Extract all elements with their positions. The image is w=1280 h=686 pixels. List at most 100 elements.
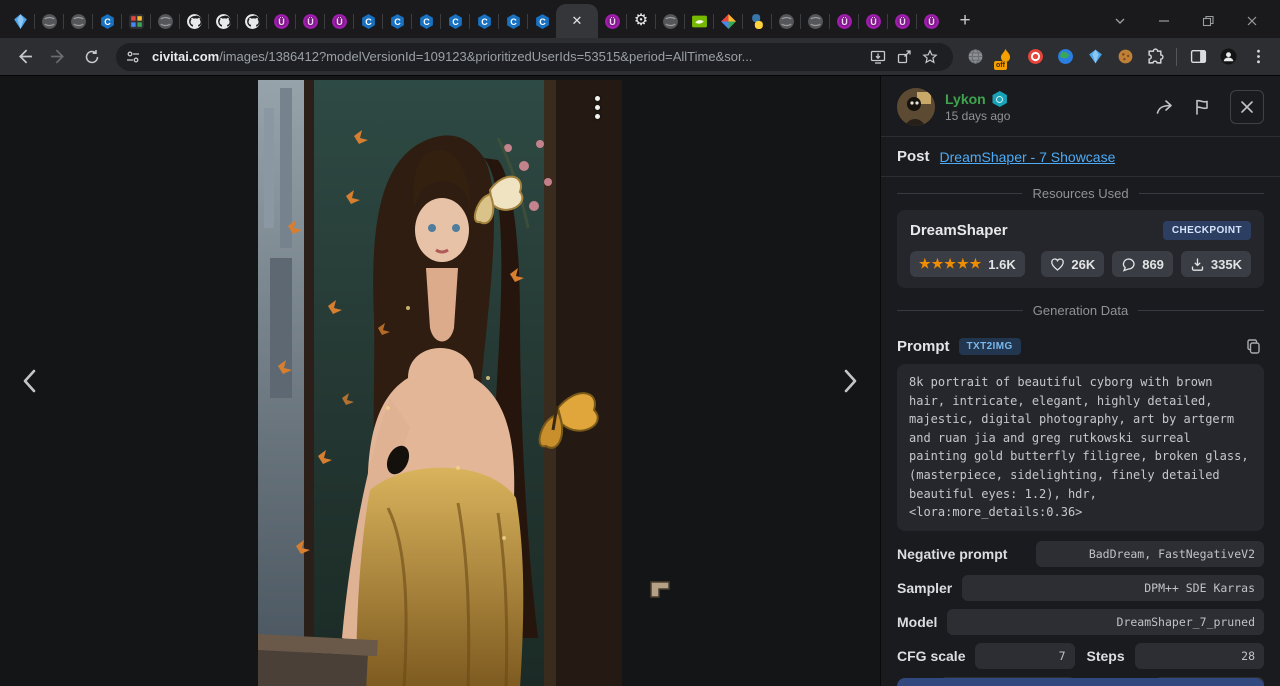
tab-strip: CÜÜÜCCCCCCC✕Ü⚙ÜÜÜÜ + [0, 0, 1280, 38]
pinned-tab-globe-icon[interactable] [64, 7, 92, 35]
pinned-tabs[interactable]: CÜÜÜCCCCCCC✕Ü⚙ÜÜÜÜ [6, 4, 945, 38]
extension-globe-icon[interactable] [1051, 43, 1079, 71]
pinned-tab-civitai-icon[interactable]: C [93, 7, 121, 35]
negative-prompt-label: Negative prompt [897, 546, 1007, 562]
pinned-tab-purpleU-icon[interactable]: Ü [296, 7, 324, 35]
pinned-tab-purpleU-icon[interactable]: Ü [830, 7, 858, 35]
pinned-tab-store-icon[interactable] [122, 7, 150, 35]
pinned-tab-civitai-icon[interactable]: C [354, 7, 382, 35]
new-tab-button[interactable]: + [951, 7, 979, 35]
cfg-steps-row: CFG scale 7 Steps 28 [897, 643, 1264, 669]
url-domain: civitai.com [152, 49, 219, 64]
pinned-tab-github-icon[interactable] [180, 7, 208, 35]
active-tab[interactable]: ✕ [556, 4, 598, 38]
flag-icon[interactable] [1190, 95, 1214, 119]
pinned-tab-globe-icon[interactable] [151, 7, 179, 35]
profile-avatar-icon[interactable] [1214, 43, 1242, 71]
bookmark-star-icon[interactable] [917, 45, 943, 69]
restore-button[interactable] [1186, 6, 1230, 36]
pinned-tab-gem-icon[interactable] [6, 7, 34, 35]
user-info: Lykon 15 days ago [945, 91, 1010, 123]
pinned-tab-civitai-icon[interactable]: C [412, 7, 440, 35]
resource-name[interactable]: DreamShaper [910, 222, 1008, 239]
extension-red-o-icon[interactable] [1021, 43, 1049, 71]
generation-params: Negative prompt BadDream, FastNegativeV2… [897, 541, 1264, 686]
pinned-tab-purpleU-icon[interactable]: Ü [267, 7, 295, 35]
extension-sphere-icon[interactable] [961, 43, 989, 71]
user-avatar[interactable] [897, 88, 935, 126]
copy-generation-data-button[interactable] [897, 678, 1264, 686]
model-value[interactable]: DreamShaper_7_pruned [947, 609, 1264, 635]
side-panel-icon[interactable] [1184, 43, 1212, 71]
comments-count: 869 [1142, 257, 1164, 272]
cfg-scale-value[interactable]: 7 [975, 643, 1074, 669]
pinned-tab-python-icon[interactable] [743, 7, 771, 35]
tab-search-chevron-icon[interactable] [1098, 6, 1142, 36]
pinned-tab-globe-icon[interactable] [35, 7, 63, 35]
pinned-tab-github-icon[interactable] [209, 7, 237, 35]
browser-menu-kebab-icon[interactable] [1244, 43, 1272, 71]
reload-button[interactable] [76, 42, 108, 72]
downloads-pill[interactable]: 335K [1181, 251, 1251, 277]
address-bar[interactable]: civitai.com/images/1386412?modelVersionI… [116, 43, 953, 71]
previous-image-button[interactable] [8, 351, 52, 411]
negative-prompt-value[interactable]: BadDream, FastNegativeV2 [1036, 541, 1264, 567]
forward-button[interactable] [42, 42, 74, 72]
svg-text:C: C [510, 16, 517, 26]
resource-card[interactable]: DreamShaper CHECKPOINT ★★★★★ 1.6K 26K [897, 210, 1264, 288]
share-page-icon[interactable] [891, 45, 917, 69]
svg-text:Ü: Ü [841, 17, 848, 27]
steps-label: Steps [1087, 648, 1125, 664]
pinned-tab-globe-icon[interactable] [801, 7, 829, 35]
pinned-tab-civitai-icon[interactable]: C [528, 7, 556, 35]
pinned-tab-globe-icon[interactable] [656, 7, 684, 35]
install-app-icon[interactable] [865, 45, 891, 69]
svg-text:C: C [481, 16, 488, 26]
pinned-tab-globe-icon[interactable] [772, 7, 800, 35]
pinned-tab-settings-icon[interactable]: ⚙ [627, 7, 655, 35]
extension-cookie-icon[interactable] [1111, 43, 1139, 71]
close-panel-button[interactable] [1230, 90, 1264, 124]
next-image-button[interactable] [828, 351, 872, 411]
url-text[interactable]: civitai.com/images/1386412?modelVersionI… [152, 49, 865, 64]
post-link[interactable]: DreamShaper - 7 Showcase [940, 149, 1116, 165]
minimize-button[interactable] [1142, 6, 1186, 36]
artwork-illustration [258, 80, 622, 686]
copy-prompt-icon[interactable] [1242, 335, 1264, 357]
rating-pill[interactable]: ★★★★★ 1.6K [910, 251, 1025, 277]
cfg-scale-label: CFG scale [897, 648, 965, 664]
svg-text:Ü: Ü [278, 17, 285, 27]
resource-type-badge: CHECKPOINT [1163, 221, 1251, 240]
extensions-puzzle-icon[interactable] [1141, 43, 1169, 71]
pinned-tab-purpleU-icon[interactable]: Ü [859, 7, 887, 35]
pinned-tab-civitai-icon[interactable]: C [383, 7, 411, 35]
pinned-tab-purpleU-icon[interactable]: Ü [917, 7, 945, 35]
pinned-tab-github-icon[interactable] [238, 7, 266, 35]
post-row: Post DreamShaper - 7 Showcase [881, 137, 1280, 177]
site-info-icon[interactable] [120, 46, 146, 68]
pinned-tab-purpleU-icon[interactable]: Ü [888, 7, 916, 35]
back-button[interactable] [8, 42, 40, 72]
likes-pill[interactable]: 26K [1041, 251, 1104, 277]
comments-pill[interactable]: 869 [1112, 251, 1173, 277]
pinned-tab-purpleU-icon[interactable]: Ü [598, 7, 626, 35]
extension-gem-icon[interactable] [1081, 43, 1109, 71]
artwork-image[interactable] [258, 80, 622, 686]
pinned-tab-nvidia-icon[interactable] [685, 7, 713, 35]
share-icon[interactable] [1152, 95, 1176, 119]
steps-value[interactable]: 28 [1135, 643, 1264, 669]
sampler-value[interactable]: DPM++ SDE Karras [962, 575, 1264, 601]
pinned-tab-civitai-icon[interactable]: C [470, 7, 498, 35]
rating-count: 1.6K [988, 257, 1015, 272]
pinned-tab-civitai-icon[interactable]: C [499, 7, 527, 35]
image-options-menu[interactable] [586, 88, 608, 126]
pinned-tab-diamond-icon[interactable] [714, 7, 742, 35]
svg-text:Ü: Ü [609, 17, 616, 27]
pinned-tab-purpleU-icon[interactable]: Ü [325, 7, 353, 35]
prompt-header: Prompt TXT2IMG [897, 335, 1264, 357]
extension-flame-icon[interactable]: off [991, 43, 1019, 71]
close-window-button[interactable] [1230, 6, 1274, 36]
pinned-tab-civitai-icon[interactable]: C [441, 7, 469, 35]
prompt-text[interactable]: 8k portrait of beautiful cyborg with bro… [897, 364, 1264, 531]
username[interactable]: Lykon [945, 91, 986, 107]
